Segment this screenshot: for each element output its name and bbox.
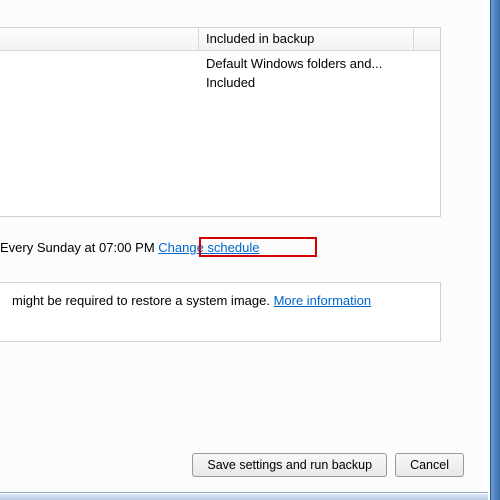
dialog-content: Included in backup Default Windows folde… — [0, 0, 484, 500]
save-settings-run-backup-button[interactable]: Save settings and run backup — [192, 453, 387, 477]
cancel-button[interactable]: Cancel — [395, 453, 464, 477]
more-information-link[interactable]: More information — [274, 293, 372, 308]
table-cell-value: Default Windows folders and... — [206, 56, 382, 71]
schedule-text-row: Every Sunday at 07:00 PM Change schedule — [0, 240, 259, 255]
window-bottom-frame — [0, 493, 488, 500]
backup-summary-table: Included in backup Default Windows folde… — [0, 27, 441, 217]
info-text: might be required to restore a system im… — [12, 293, 274, 308]
dialog-button-row: Save settings and run backup Cancel — [192, 453, 464, 477]
table-cell-value: Included — [206, 75, 255, 90]
schedule-time-label: Every Sunday at 07:00 PM — [0, 240, 158, 255]
change-schedule-link[interactable]: Change schedule — [158, 240, 259, 255]
table-header-row: Included in backup — [0, 28, 440, 51]
info-panel: might be required to restore a system im… — [0, 282, 441, 342]
column-separator — [198, 28, 199, 51]
column-separator — [413, 28, 414, 51]
column-header-included[interactable]: Included in backup — [206, 31, 314, 46]
window-right-frame — [490, 0, 500, 500]
